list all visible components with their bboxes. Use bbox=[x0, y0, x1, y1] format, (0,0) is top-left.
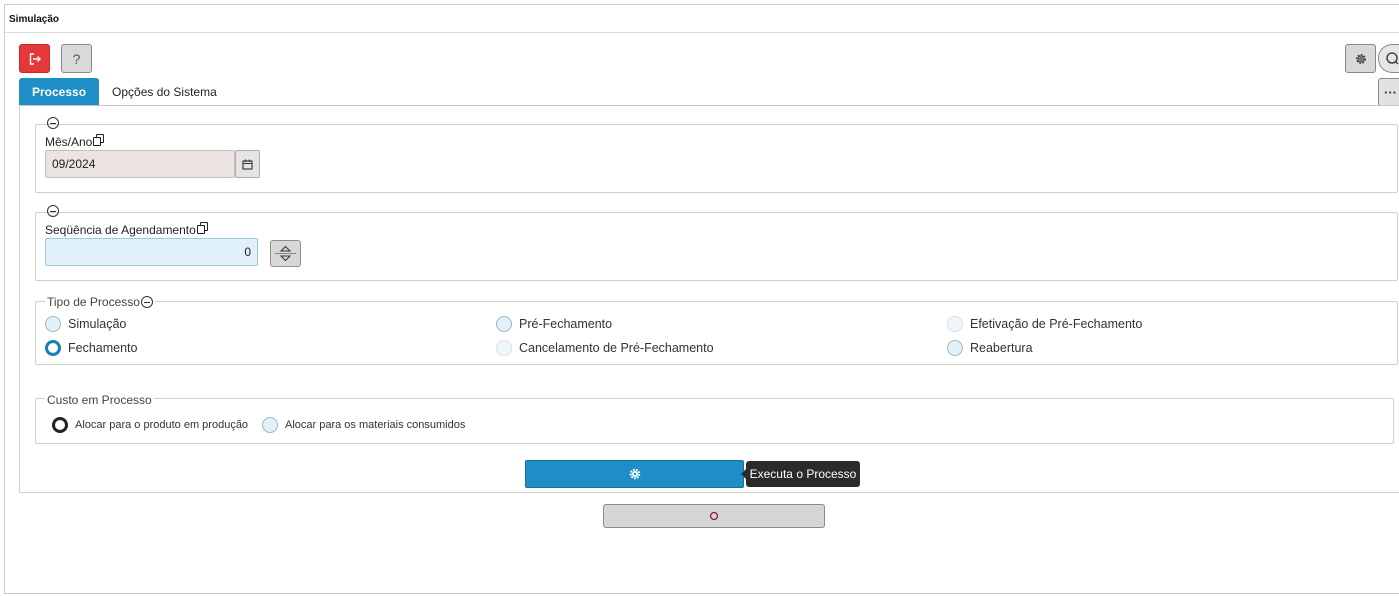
radio-label: Simulação bbox=[68, 317, 127, 331]
radio-fechamento[interactable]: Fechamento bbox=[45, 340, 137, 356]
radio-label: Fechamento bbox=[68, 341, 138, 355]
collapse-sequence-icon[interactable] bbox=[47, 205, 59, 217]
more-options-button[interactable]: ··· bbox=[1378, 78, 1399, 106]
gear-icon bbox=[1355, 53, 1366, 64]
radio-indicator[interactable] bbox=[262, 417, 278, 433]
radio-indicator[interactable] bbox=[947, 316, 963, 332]
settings-button[interactable] bbox=[1345, 44, 1376, 73]
radio-indicator[interactable] bbox=[45, 316, 61, 332]
radio-label: Alocar para o produto em produção bbox=[75, 419, 249, 431]
radio-reabertura[interactable]: Reabertura bbox=[947, 340, 1033, 356]
period-value: 09/2024 bbox=[52, 157, 96, 171]
process-type-legend: Tipo de Processo bbox=[45, 295, 155, 309]
window-title: Simulação bbox=[5, 5, 1399, 33]
radio-efetivacao-pre-fechamento[interactable]: Efetivação de Pré-Fechamento bbox=[947, 316, 1142, 332]
radio-label: Pré-Fechamento bbox=[519, 317, 613, 331]
sequence-label-text: Seqüência de Agendamento bbox=[45, 223, 196, 237]
calendar-button[interactable] bbox=[235, 150, 260, 178]
cost-in-process-legend: Custo em Processo bbox=[45, 393, 154, 407]
exit-button[interactable] bbox=[19, 44, 50, 73]
collapse-process-type-icon[interactable] bbox=[140, 296, 153, 308]
process-type-group bbox=[35, 301, 1398, 365]
calendar-icon bbox=[242, 159, 253, 170]
tab-bar: Processo Opções do Sistema bbox=[19, 78, 230, 105]
period-label-text: Mês/Ano bbox=[45, 135, 93, 149]
radio-pre-fechamento[interactable]: Pré-Fechamento bbox=[496, 316, 612, 332]
copy-icon[interactable] bbox=[93, 133, 105, 146]
sequence-label: Seqüência de Agendamento bbox=[45, 221, 208, 237]
radio-indicator[interactable] bbox=[45, 340, 61, 356]
exit-icon bbox=[29, 52, 41, 65]
radio-simulacao[interactable]: Simulação bbox=[45, 316, 126, 332]
period-input[interactable]: 09/2024 bbox=[45, 150, 235, 178]
sequence-value: 0 bbox=[244, 245, 251, 259]
radio-indicator[interactable] bbox=[496, 340, 512, 356]
search-button[interactable] bbox=[1378, 44, 1399, 73]
help-button[interactable]: ? bbox=[61, 44, 92, 73]
collapse-period-icon[interactable] bbox=[47, 117, 59, 129]
sequence-stepper[interactable] bbox=[270, 240, 301, 267]
process-panel: Mês/Ano 09/2024 Seqüência de Agendamento… bbox=[19, 105, 1399, 493]
radio-indicator[interactable] bbox=[52, 417, 68, 433]
radio-alocar-materiais[interactable]: Alocar para os materiais consumidos bbox=[262, 417, 465, 433]
process-type-legend-text: Tipo de Processo bbox=[47, 295, 140, 309]
radio-label: Reabertura bbox=[970, 341, 1033, 355]
radio-cancelamento-pre-fechamento[interactable]: Cancelamento de Pré-Fechamento bbox=[496, 340, 714, 356]
radio-label: Alocar para os materiais consumidos bbox=[285, 419, 466, 431]
tab-opcoes-do-sistema[interactable]: Opções do Sistema bbox=[99, 78, 230, 105]
gear-icon bbox=[629, 468, 640, 480]
execute-process-button[interactable] bbox=[525, 460, 744, 488]
sequence-input[interactable]: 0 bbox=[45, 238, 258, 266]
cancel-button[interactable] bbox=[603, 504, 825, 528]
copy-icon[interactable] bbox=[196, 221, 208, 234]
radio-alocar-produto[interactable]: Alocar para o produto em produção bbox=[52, 417, 248, 433]
period-label: Mês/Ano bbox=[45, 133, 105, 149]
circle-icon bbox=[709, 511, 719, 521]
radio-label: Efetivação de Pré-Fechamento bbox=[970, 317, 1143, 331]
tab-processo[interactable]: Processo bbox=[19, 78, 100, 105]
stepper-arrows-icon bbox=[275, 245, 296, 262]
help-icon: ? bbox=[72, 50, 81, 67]
radio-label: Cancelamento de Pré-Fechamento bbox=[519, 341, 714, 355]
window: Simulação ? Processo Opções do Sistema ·… bbox=[4, 4, 1399, 594]
radio-indicator[interactable] bbox=[496, 316, 512, 332]
execute-tooltip: Executa o Processo bbox=[741, 461, 860, 487]
search-icon bbox=[1385, 51, 1399, 65]
more-icon: ··· bbox=[1384, 84, 1397, 100]
radio-indicator[interactable] bbox=[947, 340, 963, 356]
